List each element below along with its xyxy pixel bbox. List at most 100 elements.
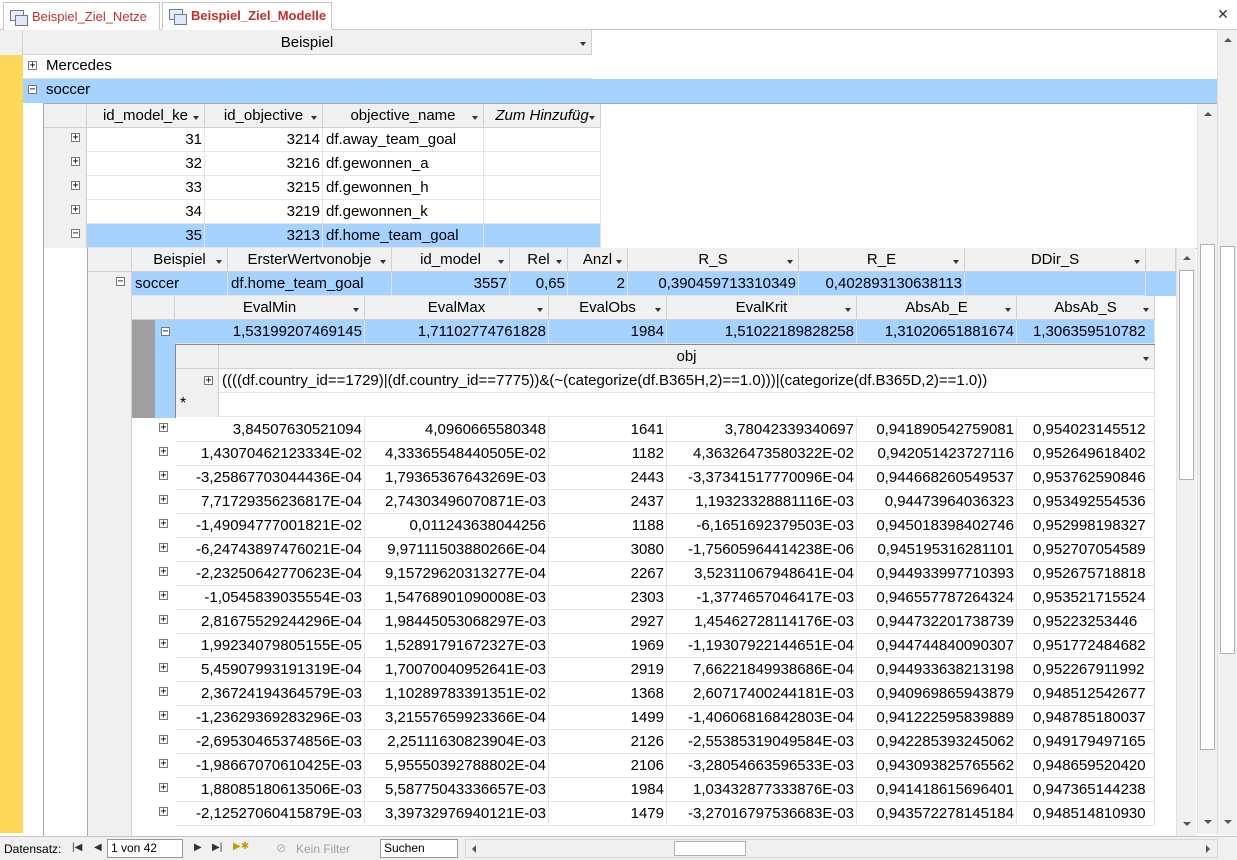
- collapse-icon[interactable]: −: [116, 277, 125, 287]
- cell-absab-e[interactable]: 0,943093825765562: [857, 754, 1017, 778]
- expand-icon[interactable]: +: [159, 543, 168, 553]
- column-header-anzl[interactable]: Anzl: [568, 248, 628, 272]
- tab-beispiel-ziel-modelle[interactable]: Beispiel_Ziel_Modelle: [162, 2, 332, 30]
- chevron-down-icon[interactable]: [580, 42, 586, 46]
- cell-id-model[interactable]: 35: [87, 224, 205, 248]
- cell-evalmax[interactable]: 1,52891791672327E-03: [365, 634, 549, 658]
- cell-evalmax[interactable]: 1,70070040952641E-03: [365, 658, 549, 682]
- cell-id-model[interactable]: 3557: [392, 272, 510, 296]
- scroll-down-icon[interactable]: [1204, 820, 1212, 824]
- chevron-down-icon[interactable]: [1134, 259, 1140, 264]
- chevron-down-icon[interactable]: [1143, 356, 1149, 361]
- cell-absab-e[interactable]: 0,942051423727116: [857, 442, 1017, 466]
- cell-evalmin[interactable]: 5,45907993191319E-04: [175, 658, 365, 682]
- cell-absab-e[interactable]: 0,941222595839889: [857, 706, 1017, 730]
- models-vertical-scrollbar[interactable]: [1197, 104, 1217, 834]
- cell-evalmax[interactable]: 9,97111503880266E-04: [365, 538, 549, 562]
- expand-icon[interactable]: +: [159, 519, 168, 529]
- cell-absab-s[interactable]: 0,954023145512: [1017, 418, 1155, 442]
- expand-icon[interactable]: +: [159, 759, 168, 769]
- cell-evalobs[interactable]: 1984: [549, 778, 667, 802]
- cell-evalobs[interactable]: 1641: [549, 418, 667, 442]
- cell-absab-e[interactable]: 1,31020651881674: [857, 320, 1017, 344]
- cell-evalmin[interactable]: -1,23629369283296E-03: [175, 706, 365, 730]
- collapse-icon[interactable]: −: [71, 229, 80, 239]
- cell-empty[interactable]: [484, 152, 601, 176]
- cell-evalmax[interactable]: 0,011243638044256: [365, 514, 549, 538]
- cell-evalkrit[interactable]: -1,19307922144651E-04: [667, 634, 857, 658]
- cell-evalkrit[interactable]: -3,37341517770096E-04: [667, 466, 857, 490]
- cell-evalkrit[interactable]: -3,28054663596533E-03: [667, 754, 857, 778]
- cell-id-objective[interactable]: 3216: [205, 152, 323, 176]
- cell-absab-s[interactable]: 0,952675718818: [1017, 562, 1155, 586]
- cell-absab-s[interactable]: 0,953762590846: [1017, 466, 1155, 490]
- cell-rel[interactable]: 0,65: [510, 272, 568, 296]
- cell-evalmax[interactable]: 5,95550392788802E-04: [365, 754, 549, 778]
- chevron-down-icon[interactable]: [216, 259, 222, 264]
- cell-r-e[interactable]: 0,402893130638113: [799, 272, 965, 296]
- filter-icon[interactable]: ⊘: [276, 841, 286, 855]
- filter-status[interactable]: Kein Filter: [296, 842, 350, 856]
- expand-icon[interactable]: +: [71, 181, 80, 191]
- expand-icon[interactable]: +: [159, 783, 168, 793]
- chevron-down-icon[interactable]: [1005, 307, 1011, 312]
- scroll-down-icon[interactable]: [1183, 822, 1191, 826]
- cell-objective-name[interactable]: df.gewonnen_a: [323, 152, 484, 176]
- cell-absab-e[interactable]: 0,945195316281101: [857, 538, 1017, 562]
- cell-absab-s[interactable]: 0,951772484682: [1017, 634, 1155, 658]
- cell-evalobs[interactable]: 1499: [549, 706, 667, 730]
- column-header-id-model[interactable]: id_model: [392, 248, 510, 272]
- new-record-icon[interactable]: *: [180, 395, 186, 413]
- record-number-input[interactable]: 1 von 42: [107, 839, 183, 858]
- cell-empty[interactable]: [484, 200, 601, 224]
- cell-absab-s[interactable]: 0,952998198327: [1017, 514, 1155, 538]
- cell-evalmin[interactable]: 2,36724194364579E-03: [175, 682, 365, 706]
- cell-evalmin[interactable]: 7,71729356236817E-04: [175, 490, 365, 514]
- horizontal-scrollbar[interactable]: [465, 839, 1218, 858]
- cell-absab-e[interactable]: 0,94473964036323: [857, 490, 1017, 514]
- collapse-icon[interactable]: −: [161, 327, 170, 337]
- chevron-down-icon[interactable]: [311, 115, 317, 120]
- cell-objective-name[interactable]: df.gewonnen_k: [323, 200, 484, 224]
- cell-absab-e[interactable]: 0,944933638213198: [857, 658, 1017, 682]
- cell-evalmax[interactable]: 1,79365367643269E-03: [365, 466, 549, 490]
- cell-objective-name[interactable]: df.home_team_goal: [323, 224, 484, 248]
- expand-icon[interactable]: +: [159, 687, 168, 697]
- cell-evalobs[interactable]: 1188: [549, 514, 667, 538]
- chevron-down-icon[interactable]: [845, 307, 851, 312]
- cell-evalkrit[interactable]: -2,55385319049584E-03: [667, 730, 857, 754]
- cell-absab-s[interactable]: 0,95223253446: [1017, 610, 1155, 634]
- cell-evalmax[interactable]: 4,0960665580348: [365, 418, 549, 442]
- next-record-icon[interactable]: ▶: [194, 842, 202, 853]
- expand-icon[interactable]: +: [159, 735, 168, 745]
- cell-evalobs[interactable]: 3080: [549, 538, 667, 562]
- cell-absab-s[interactable]: 0,948785180037: [1017, 706, 1155, 730]
- list-item[interactable]: + Mercedes: [23, 55, 592, 79]
- last-record-icon[interactable]: ▶|: [212, 842, 222, 853]
- cell-absab-e[interactable]: 0,944732201738739: [857, 610, 1017, 634]
- cell-evalmax[interactable]: 3,39732976940121E-03: [365, 802, 549, 826]
- cell-empty[interactable]: [484, 176, 601, 200]
- cell-absab-e[interactable]: 0,944668260549537: [857, 466, 1017, 490]
- column-header-ersterwert[interactable]: ErsterWertvonobje: [228, 248, 392, 272]
- cell-absab-e[interactable]: 0,943572278145184: [857, 802, 1017, 826]
- cell-objective-name[interactable]: df.away_team_goal: [323, 128, 484, 152]
- cell-evalmin[interactable]: -2,69530465374856E-03: [175, 730, 365, 754]
- column-header-evalmin[interactable]: EvalMin: [175, 296, 365, 320]
- scroll-thumb[interactable]: [1179, 270, 1194, 480]
- evaluation-vertical-scrollbar[interactable]: [1176, 248, 1196, 836]
- cell-absab-s[interactable]: 0,953521715524: [1017, 586, 1155, 610]
- chevron-down-icon[interactable]: [655, 307, 661, 312]
- chevron-down-icon[interactable]: [616, 259, 622, 264]
- scroll-up-icon[interactable]: [1204, 112, 1212, 116]
- cell-evalobs[interactable]: 2106: [549, 754, 667, 778]
- cell-absab-e[interactable]: 0,942285393245062: [857, 730, 1017, 754]
- chevron-down-icon[interactable]: [472, 115, 478, 120]
- cell-absab-s[interactable]: 0,953492554536: [1017, 490, 1155, 514]
- select-all-corner[interactable]: [176, 345, 219, 369]
- cell-evalmax[interactable]: 2,74303496070871E-03: [365, 490, 549, 514]
- cell-id-model[interactable]: 31: [87, 128, 205, 152]
- cell-evalobs[interactable]: 2267: [549, 562, 667, 586]
- cell-obj[interactable]: ((((df.country_id==1729)|(df.country_id=…: [219, 369, 1155, 393]
- cell-id-objective[interactable]: 3219: [205, 200, 323, 224]
